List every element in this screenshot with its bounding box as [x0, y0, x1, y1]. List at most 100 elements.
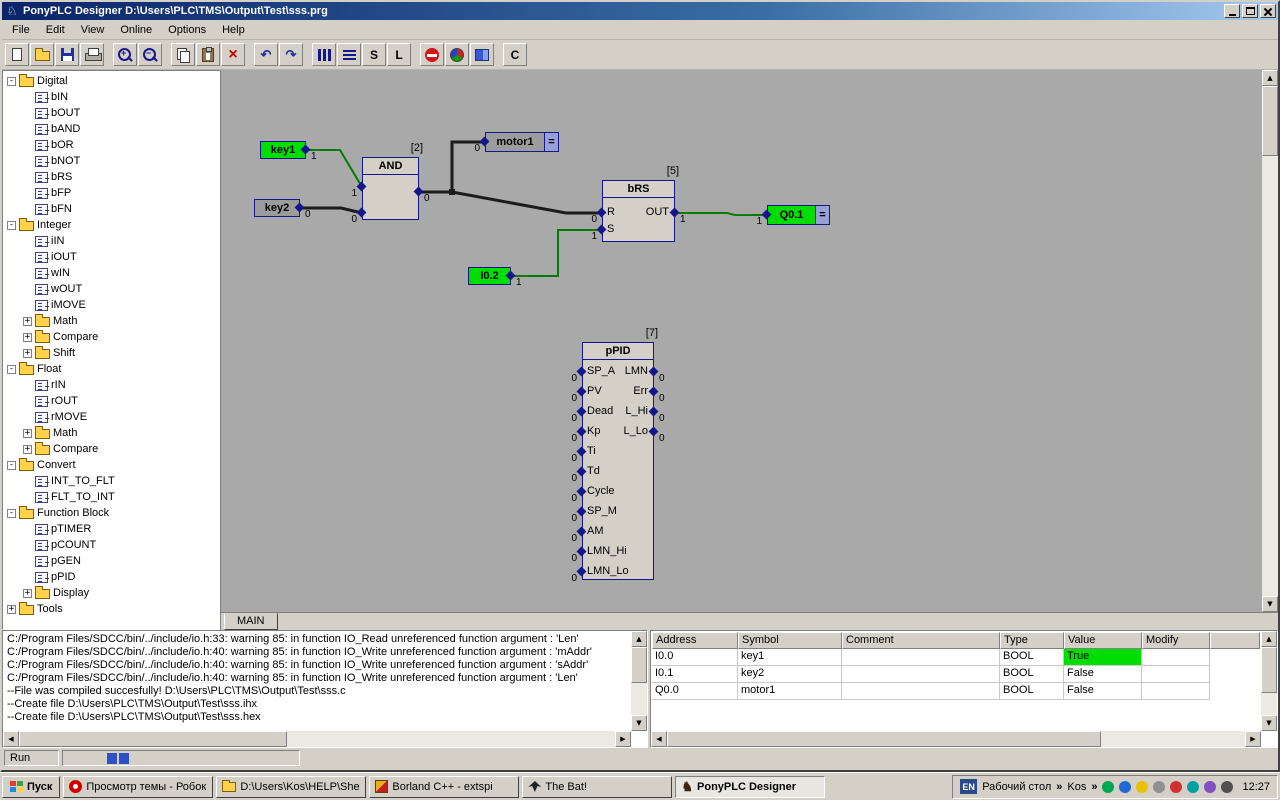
zoom-out-button[interactable]: − [138, 43, 162, 66]
tray-icon-8[interactable] [1221, 781, 1233, 793]
app-icon[interactable]: ♘ [4, 3, 20, 19]
cell-modify[interactable] [1142, 649, 1210, 666]
scroll-track[interactable] [631, 647, 647, 715]
scroll-up-button[interactable]: ▲ [1262, 70, 1278, 86]
scroll-thumb[interactable] [1261, 647, 1277, 693]
chevron-icon[interactable]: » [1091, 781, 1097, 793]
zoom-in-button[interactable]: + [113, 43, 137, 66]
tray-icon-4[interactable] [1153, 781, 1165, 793]
menu-file[interactable]: File [4, 21, 38, 39]
tree-item-bnot[interactable]: bNOT [3, 153, 219, 169]
cell-modify[interactable] [1142, 666, 1210, 683]
tree-item-int-to-flt[interactable]: INT_TO_FLT [3, 473, 219, 489]
menu-edit[interactable]: Edit [38, 21, 73, 39]
menu-help[interactable]: Help [214, 21, 253, 39]
paste-button[interactable] [196, 43, 220, 66]
io-block-Q0.1[interactable]: Q0.1= [767, 205, 830, 225]
fbd-canvas[interactable]: key11key20motor1=0I0.21Q0.1=1AND[2]100bR… [221, 70, 1262, 612]
simulate-button[interactable]: S [362, 43, 386, 66]
task-ponyplc-designer[interactable]: ♞PonyPLC Designer [675, 776, 825, 798]
tree-item-float[interactable]: -Float [3, 361, 219, 377]
menu-online[interactable]: Online [112, 21, 160, 39]
scroll-track[interactable] [1262, 86, 1278, 596]
watch-vertical-scrollbar[interactable]: ▲ ▼ [1261, 631, 1277, 731]
expand-toggle-icon[interactable]: + [23, 317, 32, 326]
tree-item-rin[interactable]: rIN [3, 377, 219, 393]
tray-icon-7[interactable] [1204, 781, 1216, 793]
tree-item-compare[interactable]: +Compare [3, 329, 219, 345]
save-file-button[interactable] [55, 43, 79, 66]
watch-row-i0.1[interactable]: I0.1key2BOOLFalse [652, 666, 1260, 683]
tree-item-rmove[interactable]: rMOVE [3, 409, 219, 425]
scroll-track[interactable] [19, 731, 615, 747]
new-file-button[interactable] [5, 43, 29, 66]
tree-item-bfp[interactable]: bFP [3, 185, 219, 201]
scroll-track[interactable] [1261, 647, 1277, 715]
menu-view[interactable]: View [73, 21, 113, 39]
monitor-button[interactable] [445, 43, 469, 66]
scroll-right-button[interactable]: ▶ [615, 731, 631, 747]
io-block-key2[interactable]: key2 [254, 199, 300, 217]
scroll-track[interactable] [667, 731, 1245, 747]
tree-item-bin[interactable]: bIN [3, 89, 219, 105]
scroll-thumb[interactable] [1262, 86, 1278, 156]
tree-item-digital[interactable]: -Digital [3, 73, 219, 89]
tree-item-brs[interactable]: bRS [3, 169, 219, 185]
redo-button[interactable]: ↷ [279, 43, 303, 66]
close-button[interactable] [1260, 4, 1276, 18]
watch-window-button[interactable] [470, 43, 494, 66]
column-header-comment[interactable]: Comment [842, 632, 1000, 649]
stop-button[interactable] [420, 43, 444, 66]
collapse-toggle-icon[interactable]: - [7, 365, 16, 374]
tray-icon-2[interactable] [1119, 781, 1131, 793]
open-file-button[interactable] [30, 43, 54, 66]
column-header-address[interactable]: Address [652, 632, 738, 649]
c-code-button[interactable]: C [503, 43, 527, 66]
tray-icon-3[interactable] [1136, 781, 1148, 793]
tree-item-iin[interactable]: iIN [3, 233, 219, 249]
tree-item-pcount[interactable]: pCOUNT [3, 537, 219, 553]
copy-button[interactable] [171, 43, 195, 66]
column-header-symbol[interactable]: Symbol [738, 632, 842, 649]
scroll-left-button[interactable]: ◀ [3, 731, 19, 747]
tree-item-band[interactable]: bAND [3, 121, 219, 137]
expand-toggle-icon[interactable]: + [23, 349, 32, 358]
scroll-thumb[interactable] [19, 731, 287, 747]
io-block-motor1[interactable]: motor1= [485, 132, 559, 152]
tree-item-shift[interactable]: +Shift [3, 345, 219, 361]
watch-horizontal-scrollbar[interactable]: ◀ ▶ [651, 731, 1261, 747]
column-header-type[interactable]: Type [1000, 632, 1064, 649]
collapse-toggle-icon[interactable]: - [7, 221, 16, 230]
language-indicator[interactable]: EN [960, 779, 977, 794]
task-opera-topic[interactable]: Просмотр темы - Робок... [63, 776, 213, 798]
tree-item-iout[interactable]: iOUT [3, 249, 219, 265]
tree-item-win[interactable]: wIN [3, 265, 219, 281]
expand-toggle-icon[interactable]: + [23, 445, 32, 454]
expand-toggle-icon[interactable]: + [23, 589, 32, 598]
scroll-down-button[interactable]: ▼ [1261, 715, 1277, 731]
task-borland-cpp[interactable]: Borland C++ - extspi [369, 776, 519, 798]
tray-icon-5[interactable] [1170, 781, 1182, 793]
watch-row-i0.0[interactable]: I0.0key1BOOLTrue [652, 649, 1260, 666]
tree-item-flt-to-int[interactable]: FLT_TO_INT [3, 489, 219, 505]
expand-toggle-icon[interactable]: + [23, 333, 32, 342]
collapse-toggle-icon[interactable]: - [7, 509, 16, 518]
wire-and-brs-r[interactable] [452, 192, 602, 213]
wire-brs-q01[interactable] [675, 213, 767, 215]
tree-item-integer[interactable]: -Integer [3, 217, 219, 233]
tree-item-ppid[interactable]: pPID [3, 569, 219, 585]
scroll-thumb[interactable] [667, 731, 1101, 747]
scroll-up-button[interactable]: ▲ [1261, 631, 1277, 647]
listing-button[interactable] [337, 43, 361, 66]
titlebar[interactable]: ♘ PonyPLC Designer D:\Users\PLC\TMS\Outp… [2, 2, 1278, 20]
tree-item-bor[interactable]: bOR [3, 137, 219, 153]
delete-button[interactable]: × [221, 43, 245, 66]
collapse-toggle-icon[interactable]: - [7, 77, 16, 86]
column-header-value[interactable]: Value [1064, 632, 1142, 649]
tree-item-pgen[interactable]: pGEN [3, 553, 219, 569]
canvas-vertical-scrollbar[interactable]: ▲ ▼ [1262, 70, 1278, 612]
tree-item-convert[interactable]: -Convert [3, 457, 219, 473]
tree-item-function-block[interactable]: -Function Block [3, 505, 219, 521]
minimize-button[interactable] [1224, 4, 1240, 18]
tray-icon-1[interactable] [1102, 781, 1114, 793]
